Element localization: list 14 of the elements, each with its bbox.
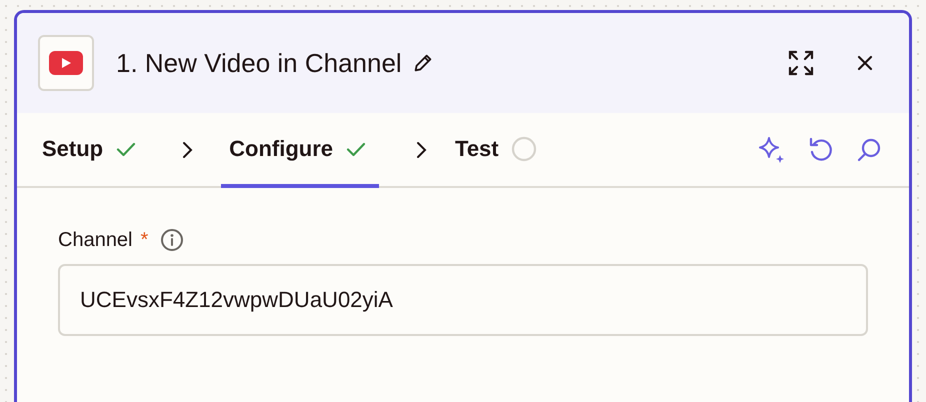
step-tab[interactable]: Configure (221, 113, 380, 188)
expand-icon[interactable] (787, 49, 815, 77)
video-play-icon (49, 51, 83, 75)
undo-icon[interactable] (807, 136, 835, 164)
required-mark: * (140, 228, 148, 252)
close-icon[interactable] (857, 55, 873, 71)
info-icon[interactable] (160, 228, 184, 252)
step-title: 1. New Video in Channel (116, 48, 402, 78)
field-label: Channel (58, 228, 133, 252)
step-tab[interactable]: Test (455, 113, 545, 188)
channel-input-field[interactable]: UCEvsxF4Z12vwpwDUaU02yiA (58, 264, 868, 336)
chevron-right-icon (181, 140, 194, 158)
step-tab[interactable]: Setup (42, 113, 146, 188)
chevron-right-icon (415, 140, 428, 158)
